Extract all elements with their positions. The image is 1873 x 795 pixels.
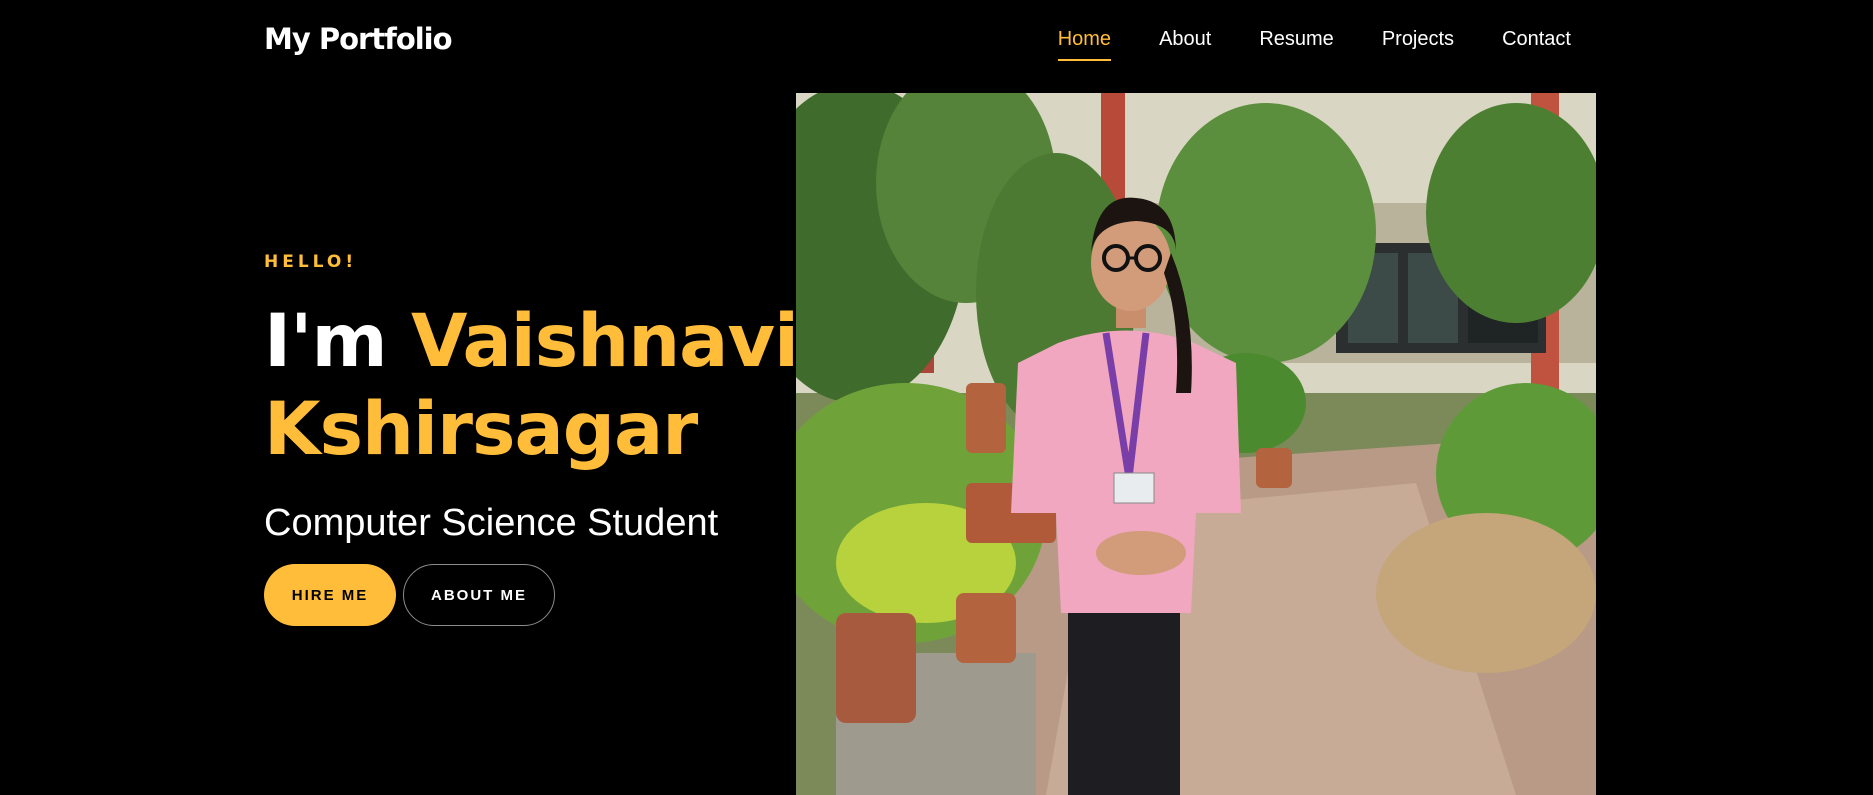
hero-greeting: HELLO! [264,252,358,272]
hire-me-button[interactable]: HIRE ME [264,564,396,626]
nav-link-about[interactable]: About [1159,28,1211,61]
navbar: My Portfolio Home About Resume Projects … [0,0,1873,86]
name-prefix: I'm [264,299,388,384]
logo[interactable]: My Portfolio [264,22,453,56]
nav-links: Home About Resume Projects Contact [1010,28,1571,61]
nav-link-projects[interactable]: Projects [1382,28,1454,61]
profile-photo [796,93,1596,795]
hero-subtitle: Computer Science Student [264,502,719,544]
about-me-button[interactable]: ABOUT ME [403,564,555,626]
nav-link-resume[interactable]: Resume [1259,28,1333,61]
hero-name: I'm Vaishnavi Kshirsagar [264,298,804,474]
first-name: Vaishnavi [411,299,799,384]
nav-link-home[interactable]: Home [1057,28,1112,61]
nav-link-contact[interactable]: Contact [1502,28,1571,61]
last-name: Kshirsagar [264,387,698,472]
profile-photo-illustration [796,93,1596,795]
